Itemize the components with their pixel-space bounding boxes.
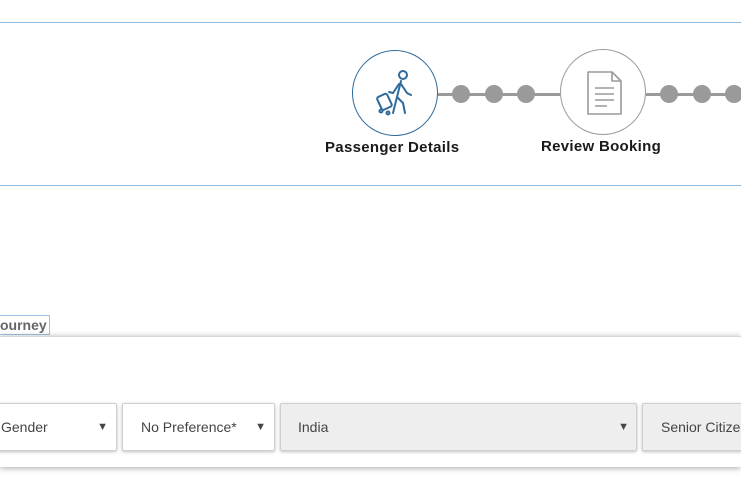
header-bottom-divider [0, 185, 741, 186]
step-dot [452, 85, 470, 103]
nationality-select[interactable]: India ▼ [280, 403, 637, 451]
step-passenger-details-circle [352, 50, 438, 136]
gender-select-value: Gender [1, 419, 48, 435]
step-review-booking-circle [560, 49, 646, 135]
caret-down-icon: ▼ [255, 421, 266, 433]
caret-down-icon: ▼ [618, 421, 629, 433]
caret-down-icon: ▼ [97, 421, 108, 433]
booking-progress-stepper: Passenger Details Review Booking [0, 0, 741, 200]
nationality-value: India [298, 419, 329, 435]
step-review-booking-label: Review Booking [541, 138, 662, 155]
traveler-icon [376, 70, 412, 116]
journey-section-tab[interactable]: ourney [0, 315, 50, 335]
step-dot [725, 85, 741, 103]
berth-preference-select[interactable]: No Preference* ▼ [122, 403, 275, 451]
document-icon [587, 71, 622, 115]
step-dot [485, 85, 503, 103]
step-dot [660, 85, 678, 103]
step-dot [693, 85, 711, 103]
gender-select[interactable]: Gender ▼ [0, 403, 117, 451]
step-dot [517, 85, 535, 103]
berth-preference-value: No Preference* [141, 419, 237, 435]
step-passenger-details-label: Passenger Details [325, 139, 460, 156]
senior-citizen-value: Senior Citizen [661, 419, 741, 435]
senior-citizen-select[interactable]: Senior Citizen [642, 403, 741, 451]
